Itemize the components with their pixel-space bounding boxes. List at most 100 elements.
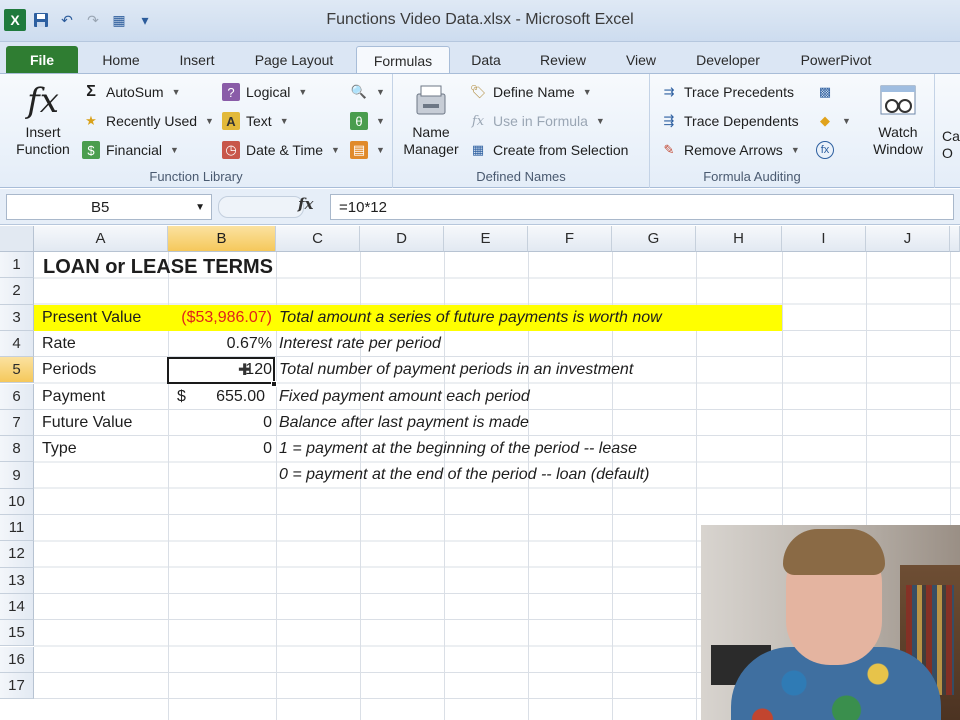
cell-b4[interactable]: 0.67% <box>168 331 272 357</box>
cell-c8[interactable]: 1 = payment at the beginning of the peri… <box>279 436 637 462</box>
row-header-9[interactable]: 9 <box>0 462 34 489</box>
row-header-6[interactable]: 6 <box>0 383 34 410</box>
math-trig-button[interactable]: θ ▼ <box>350 109 385 133</box>
row-header-14[interactable]: 14 <box>0 593 34 621</box>
financial-label: Financial <box>106 142 163 158</box>
tab-review[interactable]: Review <box>524 46 602 74</box>
formula-input[interactable]: =10*12 <box>330 194 954 220</box>
insert-function-fx-button[interactable]: fx <box>298 195 313 213</box>
row-header-11[interactable]: 11 <box>0 515 34 542</box>
column-header-j[interactable]: J <box>866 226 950 252</box>
tab-formulas[interactable]: Formulas <box>356 46 450 74</box>
cell-b3[interactable]: ($53,986.07) <box>168 305 272 331</box>
row-header-15[interactable]: 15 <box>0 620 34 647</box>
watch-window-icon <box>862 80 934 122</box>
column-header-h[interactable]: H <box>696 226 782 252</box>
use-in-formula-label: Use in Formula <box>493 113 588 129</box>
cell-a8[interactable]: Type <box>42 436 77 462</box>
row-header-13[interactable]: 13 <box>0 567 34 594</box>
chevron-down-icon: ▼ <box>582 87 592 97</box>
trace-precedents-button[interactable]: ⇉ Trace Precedents <box>660 80 794 104</box>
cell-c7[interactable]: Balance after last payment is made <box>279 410 529 436</box>
cell-b6[interactable]: 655.00 <box>168 384 265 410</box>
logical-button[interactable]: ? Logical ▼ <box>222 80 307 104</box>
insert-function-button[interactable]: fx Insert Function <box>8 80 78 158</box>
cell-a1[interactable]: LOAN or LEASE TERMS <box>43 254 273 280</box>
column-header-a[interactable]: A <box>34 226 168 252</box>
remove-arrows-button[interactable]: ✎ Remove Arrows ▼ <box>660 138 800 162</box>
date-time-button[interactable]: ◷ Date & Time ▼ <box>222 138 340 162</box>
cell-a7[interactable]: Future Value <box>42 410 132 436</box>
column-header-k[interactable] <box>950 226 960 252</box>
cell-a4[interactable]: Rate <box>42 331 76 357</box>
recently-used-button[interactable]: ★ Recently Used ▼ <box>82 109 214 133</box>
cell-b8[interactable]: 0 <box>168 436 272 462</box>
tab-file[interactable]: File <box>6 46 78 74</box>
chevron-down-icon: ▼ <box>376 145 385 155</box>
use-in-formula-button[interactable]: fx Use in Formula ▼ <box>469 109 605 133</box>
row-header-10[interactable]: 10 <box>0 488 34 515</box>
tab-data[interactable]: Data <box>458 46 514 74</box>
tag-icon: 🏷 <box>469 84 487 99</box>
show-formulas-button[interactable]: ▩ <box>816 80 834 104</box>
define-name-button[interactable]: 🏷 Define Name ▼ <box>469 80 592 104</box>
row-header-1[interactable]: 1 <box>0 252 34 279</box>
create-from-selection-button[interactable]: ▦ Create from Selection <box>469 138 629 162</box>
evaluate-formula-icon: fx <box>816 141 834 159</box>
fill-handle[interactable] <box>271 380 277 387</box>
row-header-8[interactable]: 8 <box>0 436 34 463</box>
autosum-button[interactable]: Σ AutoSum ▼ <box>82 80 181 104</box>
cell-a3[interactable]: Present Value <box>42 305 141 331</box>
tab-powerpivot[interactable]: PowerPivot <box>786 46 886 74</box>
insert-function-label-1: Insert <box>25 124 61 140</box>
cell-c4[interactable]: Interest rate per period <box>279 331 441 357</box>
more-functions-button[interactable]: ▤ ▼ <box>350 138 385 162</box>
name-manager-button[interactable]: Name Manager <box>397 80 465 158</box>
column-header-c[interactable]: C <box>276 226 360 252</box>
row-header-12[interactable]: 12 <box>0 541 34 568</box>
row-header-5[interactable]: 5 <box>0 357 34 384</box>
tab-insert[interactable]: Insert <box>164 46 230 74</box>
chevron-down-icon: ▼ <box>171 87 181 97</box>
tab-view[interactable]: View <box>612 46 670 74</box>
tab-developer[interactable]: Developer <box>680 46 776 74</box>
logical-label: Logical <box>246 84 291 100</box>
column-header-e[interactable]: E <box>444 226 528 252</box>
select-all-corner[interactable] <box>0 226 34 252</box>
row-header-3[interactable]: 3 <box>0 304 34 331</box>
column-header-g[interactable]: G <box>612 226 696 252</box>
tab-page-layout[interactable]: Page Layout <box>240 46 348 74</box>
row-header-7[interactable]: 7 <box>0 409 34 437</box>
text-button[interactable]: A Text ▼ <box>222 109 289 133</box>
chevron-down-icon[interactable]: ▼ <box>195 202 205 213</box>
row-header-17[interactable]: 17 <box>0 672 34 700</box>
row-header-4[interactable]: 4 <box>0 330 34 358</box>
evaluate-formula-button[interactable]: fx <box>816 138 834 162</box>
column-header-f[interactable]: F <box>528 226 612 252</box>
financial-button[interactable]: $ Financial ▼ <box>82 138 179 162</box>
trace-dependents-button[interactable]: ⇶ Trace Dependents <box>660 109 799 133</box>
name-box[interactable]: B5 ▼ <box>6 194 212 220</box>
calculation-options-button[interactable]: Ca O <box>942 128 960 162</box>
chevron-down-icon: ▼ <box>790 145 800 155</box>
cell-a6[interactable]: Payment <box>42 384 105 410</box>
tab-home[interactable]: Home <box>88 46 154 74</box>
column-header-b[interactable]: B <box>168 226 276 252</box>
chevron-down-icon: ▼ <box>595 116 605 126</box>
cell-c9[interactable]: 0 = payment at the end of the period -- … <box>279 462 649 488</box>
row-header-16[interactable]: 16 <box>0 646 34 673</box>
cell-c5[interactable]: Total number of payment periods in an in… <box>279 357 633 383</box>
watch-window-button[interactable]: Watch Window <box>862 80 934 158</box>
group-defined-names: Name Manager 🏷 Define Name ▼ fx Use in Fo… <box>393 74 650 188</box>
column-header-d[interactable]: D <box>360 226 444 252</box>
cell-a5[interactable]: Periods <box>42 357 96 383</box>
error-checking-button[interactable]: ◆ ▼ <box>816 109 851 133</box>
cell-b7[interactable]: 0 <box>168 410 272 436</box>
row-header-2[interactable]: 2 <box>0 278 34 305</box>
eraser-icon: ✎ <box>663 142 675 157</box>
lookup-reference-button[interactable]: 🔍 ▼ <box>350 80 385 104</box>
formula-bar-grip[interactable] <box>218 196 304 218</box>
cell-c6[interactable]: Fixed payment amount each period <box>279 384 530 410</box>
column-header-i[interactable]: I <box>782 226 866 252</box>
cell-c3[interactable]: Total amount a series of future payments… <box>279 305 662 331</box>
